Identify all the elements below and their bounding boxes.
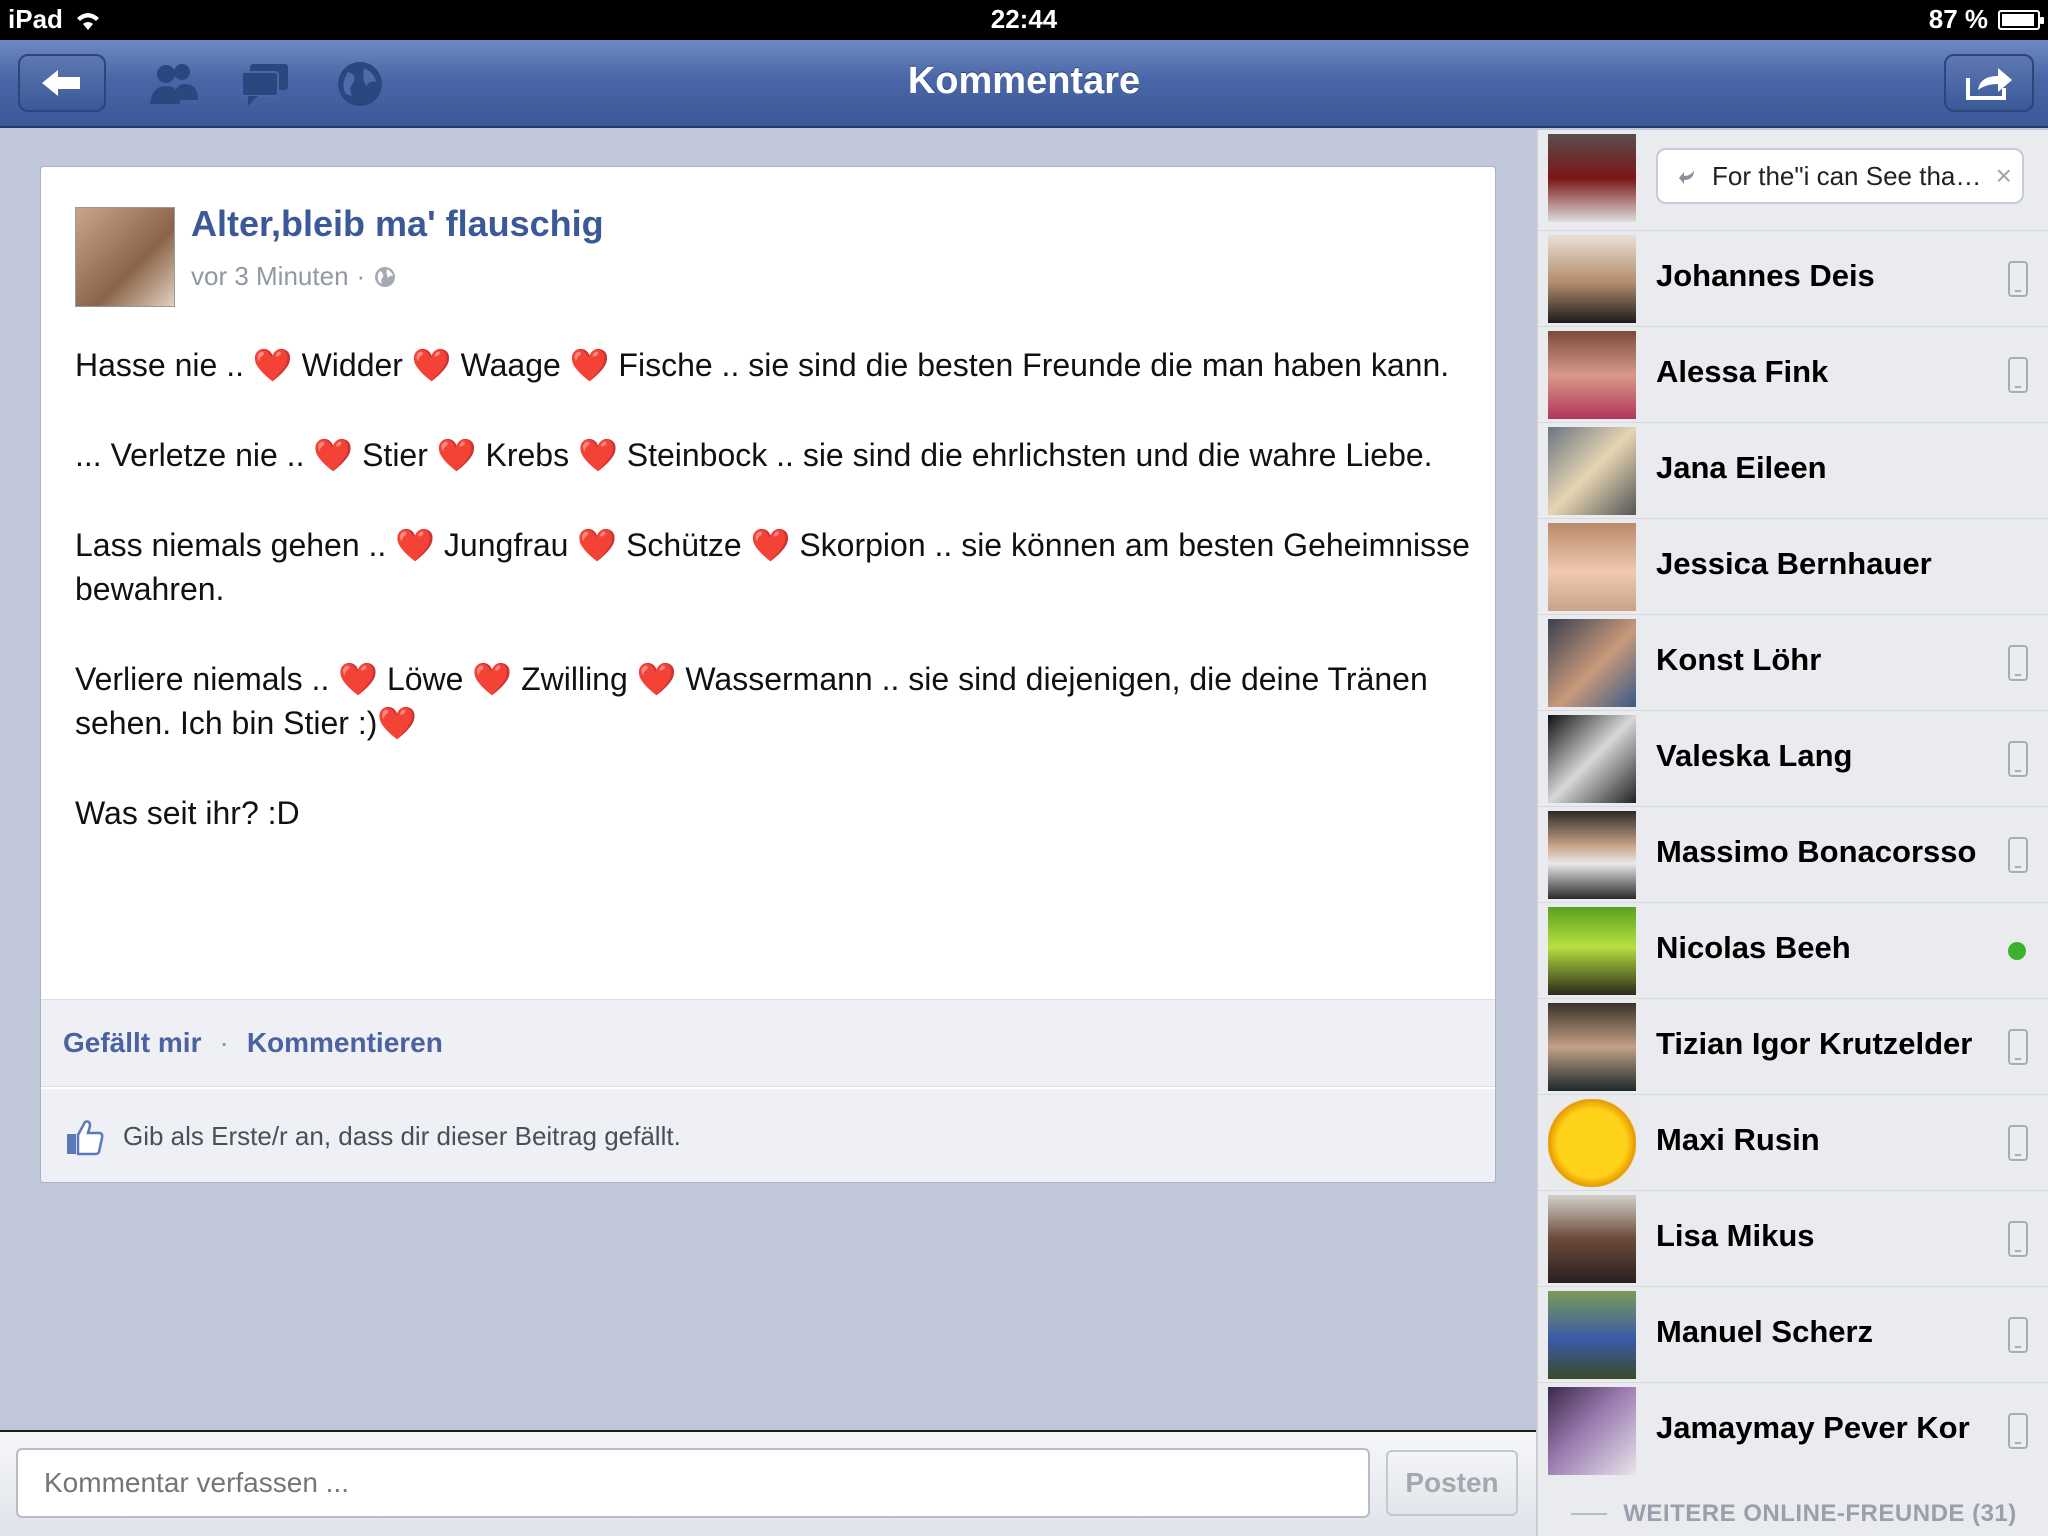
likes-row: Gib als Erste/r an, dass dir dieser Beit… (41, 1089, 1495, 1182)
close-icon[interactable]: × (1996, 160, 2012, 192)
friend-row[interactable]: Nicolas Beeh (1538, 902, 2048, 998)
share-icon (1966, 68, 2012, 100)
battery-icon (1998, 9, 2044, 30)
share-button[interactable] (1944, 54, 2034, 112)
comment-bar: Posten (0, 1430, 1536, 1536)
mobile-phone-icon (2008, 1125, 2028, 1161)
friend-name: Maxi Rusin (1656, 1122, 1820, 1157)
action-separator: · (219, 1027, 229, 1058)
public-globe-icon (375, 266, 396, 287)
nav-bar: Kommentare (0, 40, 2048, 128)
chat-preview-text: For the"i can See that... (1712, 160, 1982, 191)
friend-row[interactable]: Massimo Bonacorsso (1538, 806, 2048, 902)
friend-row[interactable]: Tizian Igor Krutzelder (1538, 998, 2048, 1094)
thumbs-up-icon (67, 1119, 104, 1155)
like-prompt: Gib als Erste/r an, dass dir dieser Beit… (123, 1121, 681, 1151)
friend-row[interactable]: Alessa Fink (1538, 326, 2048, 422)
mobile-phone-icon (2008, 1221, 2028, 1257)
more-online-friends[interactable]: WEITERE ONLINE-FREUNDE (31) (1538, 1492, 2048, 1536)
main-content: Alter,bleib ma' flauschig vor 3 Minuten … (0, 130, 1536, 1430)
friend-avatar (1548, 331, 1636, 419)
reply-arrow-icon (1679, 170, 1694, 184)
comment-input[interactable] (16, 1448, 1370, 1518)
friend-name: Johannes Deis (1656, 258, 1875, 293)
post-paragraph: ... Verletze nie .. ❤️ Stier ❤️ Krebs ❤️… (75, 437, 1433, 473)
mobile-phone-icon (2008, 1413, 2028, 1449)
friend-avatar (1548, 1291, 1636, 1379)
post-paragraph: Hasse nie .. ❤️ Widder ❤️ Waage ❤️ Fisch… (75, 347, 1450, 383)
post-body: Hasse nie .. ❤️ Widder ❤️ Waage ❤️ Fisch… (75, 343, 1475, 881)
post-actions: Gefällt mir · Kommentieren (41, 999, 1495, 1087)
online-status-icon (2008, 942, 2026, 960)
mobile-phone-icon (2008, 837, 2028, 873)
friend-name: Konst Löhr (1656, 642, 1822, 677)
active-chat[interactable]: For the"i can See that... × (1538, 130, 2048, 226)
battery-percent: 87 % (1928, 4, 1988, 34)
more-online-label: WEITERE ONLINE-FREUNDE (31) (1623, 1500, 2017, 1527)
friend-list: Johannes Deis Alessa Fink Jana Eileen Je… (1538, 230, 2048, 1478)
friend-avatar (1548, 1195, 1636, 1283)
post-paragraph: Verliere niemals .. ❤️ Löwe ❤️ Zwilling … (75, 661, 1428, 741)
friend-row[interactable]: Johannes Deis (1538, 230, 2048, 326)
friend-row[interactable]: Valeska Lang (1538, 710, 2048, 806)
friend-name: Nicolas Beeh (1656, 930, 1851, 965)
post-time: vor 3 Minuten (191, 261, 349, 291)
friend-name: Tizian Igor Krutzelder (1656, 1026, 1973, 1061)
friend-avatar (1548, 1099, 1636, 1187)
divider (1571, 1513, 1608, 1515)
friend-row[interactable]: Jessica Bernhauer (1538, 518, 2048, 614)
mobile-phone-icon (2008, 1029, 2028, 1065)
mobile-phone-icon (2008, 261, 2028, 297)
status-bar: iPad 22:44 87 % (0, 0, 2048, 40)
friend-avatar (1548, 235, 1636, 323)
post-paragraph: Lass niemals gehen .. ❤️ Jungfrau ❤️ Sch… (75, 527, 1470, 607)
friend-row[interactable]: Maxi Rusin (1538, 1094, 2048, 1190)
mobile-phone-icon (2008, 357, 2028, 393)
mobile-phone-icon (2008, 741, 2028, 777)
friend-avatar (1548, 523, 1636, 611)
friend-avatar (1548, 427, 1636, 515)
friend-row[interactable]: Jamaymay Pever Kor (1538, 1382, 2048, 1478)
friend-name: Valeska Lang (1656, 738, 1853, 773)
friend-row[interactable]: Konst Löhr (1538, 614, 2048, 710)
friend-avatar (1548, 811, 1636, 899)
friend-name: Manuel Scherz (1656, 1314, 1874, 1349)
friend-avatar (1548, 619, 1636, 707)
like-button[interactable]: Gefällt mir (63, 1027, 201, 1059)
friend-row[interactable]: Manuel Scherz (1538, 1286, 2048, 1382)
friend-name: Alessa Fink (1656, 354, 1829, 389)
friend-name: Massimo Bonacorsso (1656, 834, 1977, 869)
author-avatar[interactable] (75, 207, 175, 307)
post-paragraph: Was seit ihr? :D (75, 795, 300, 831)
friend-name: Jamaymay Pever Kor (1656, 1410, 1970, 1445)
clock: 22:44 (990, 4, 1058, 34)
post-card: Alter,bleib ma' flauschig vor 3 Minuten … (40, 166, 1496, 1183)
page-title: Kommentare (907, 60, 1141, 102)
chat-sidebar: For the"i can See that... × Johannes Dei… (1536, 130, 2048, 1536)
mobile-phone-icon (2008, 1317, 2028, 1353)
friend-avatar (1548, 1003, 1636, 1091)
post-comment-button[interactable]: Posten (1386, 1450, 1518, 1516)
mobile-phone-icon (2008, 645, 2028, 681)
chat-preview-bubble[interactable]: For the"i can See that... × (1656, 148, 2024, 204)
friend-avatar (1548, 715, 1636, 803)
friend-name: Jessica Bernhauer (1656, 546, 1932, 581)
post-meta: vor 3 Minuten · (191, 261, 397, 292)
author-name[interactable]: Alter,bleib ma' flauschig (191, 203, 604, 245)
friend-avatar (1548, 907, 1636, 995)
friend-row[interactable]: Lisa Mikus (1538, 1190, 2048, 1286)
friend-name: Jana Eileen (1656, 450, 1827, 485)
chat-avatar[interactable] (1548, 134, 1636, 222)
meta-separator: · (356, 261, 366, 291)
friend-row[interactable]: Jana Eileen (1538, 422, 2048, 518)
friend-avatar (1548, 1387, 1636, 1475)
comment-button[interactable]: Kommentieren (247, 1027, 443, 1059)
friend-name: Lisa Mikus (1656, 1218, 1815, 1253)
